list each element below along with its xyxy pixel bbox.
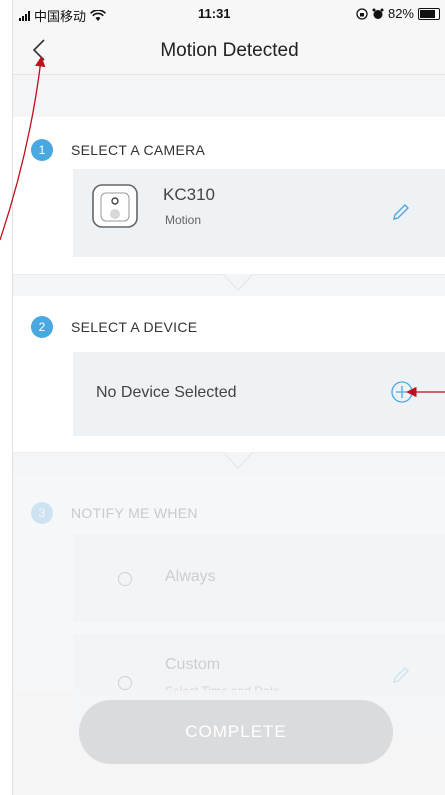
status-time: 11:31 [198, 6, 231, 21]
radio-button[interactable] [118, 572, 132, 586]
plus-circle-icon[interactable] [390, 380, 414, 404]
option-always[interactable]: Always [73, 534, 445, 622]
section-title: SELECT A CAMERA [71, 142, 206, 158]
step-number: 2 [31, 316, 53, 338]
option-label: Custom [165, 656, 221, 673]
carrier-label: 中国移动 [34, 9, 87, 24]
signal-icon [19, 10, 30, 21]
page-title: Motion Detected [160, 40, 299, 61]
section-connector [13, 452, 445, 469]
wifi-icon [90, 9, 107, 21]
nav-bar: Motion Detected [13, 26, 445, 75]
option-label: Always [165, 568, 216, 585]
radio-button[interactable] [118, 676, 132, 690]
battery-icon [418, 7, 440, 20]
pencil-icon[interactable] [390, 664, 412, 686]
pencil-icon[interactable] [390, 201, 412, 223]
lock-rotation-icon [356, 7, 368, 20]
section-header: 3 NOTIFY ME WHEN [31, 502, 198, 524]
section-title: NOTIFY ME WHEN [71, 505, 198, 521]
alarm-icon [372, 8, 384, 19]
status-right: 82% [356, 6, 440, 21]
camera-icon [92, 184, 138, 228]
status-left: 中国移动 [19, 6, 107, 25]
section-header: 2 SELECT A DEVICE [31, 316, 197, 338]
section-header: 1 SELECT A CAMERA [31, 139, 205, 161]
phone-screen: 中国移动 11:31 82% Motion Detected 1 SELECT … [12, 0, 445, 795]
camera-subtitle: Motion [165, 213, 202, 227]
no-device-label: No Device Selected [96, 384, 237, 401]
status-bar: 中国移动 11:31 82% [13, 0, 445, 26]
select-device-section: 2 SELECT A DEVICE No Device Selected [13, 296, 445, 452]
step-number: 1 [31, 139, 53, 161]
camera-card[interactable]: KC310 Motion [73, 169, 445, 257]
select-camera-section: 1 SELECT A CAMERA KC310 Motion [13, 117, 445, 274]
section-connector [13, 274, 445, 291]
camera-name: KC310 [163, 185, 215, 204]
battery-fill [420, 9, 435, 18]
battery-percent: 82% [387, 6, 414, 21]
step-number: 3 [31, 502, 53, 524]
complete-button[interactable]: COMPLETE [79, 700, 393, 764]
section-title: SELECT A DEVICE [71, 319, 198, 335]
device-card[interactable]: No Device Selected [73, 352, 445, 436]
